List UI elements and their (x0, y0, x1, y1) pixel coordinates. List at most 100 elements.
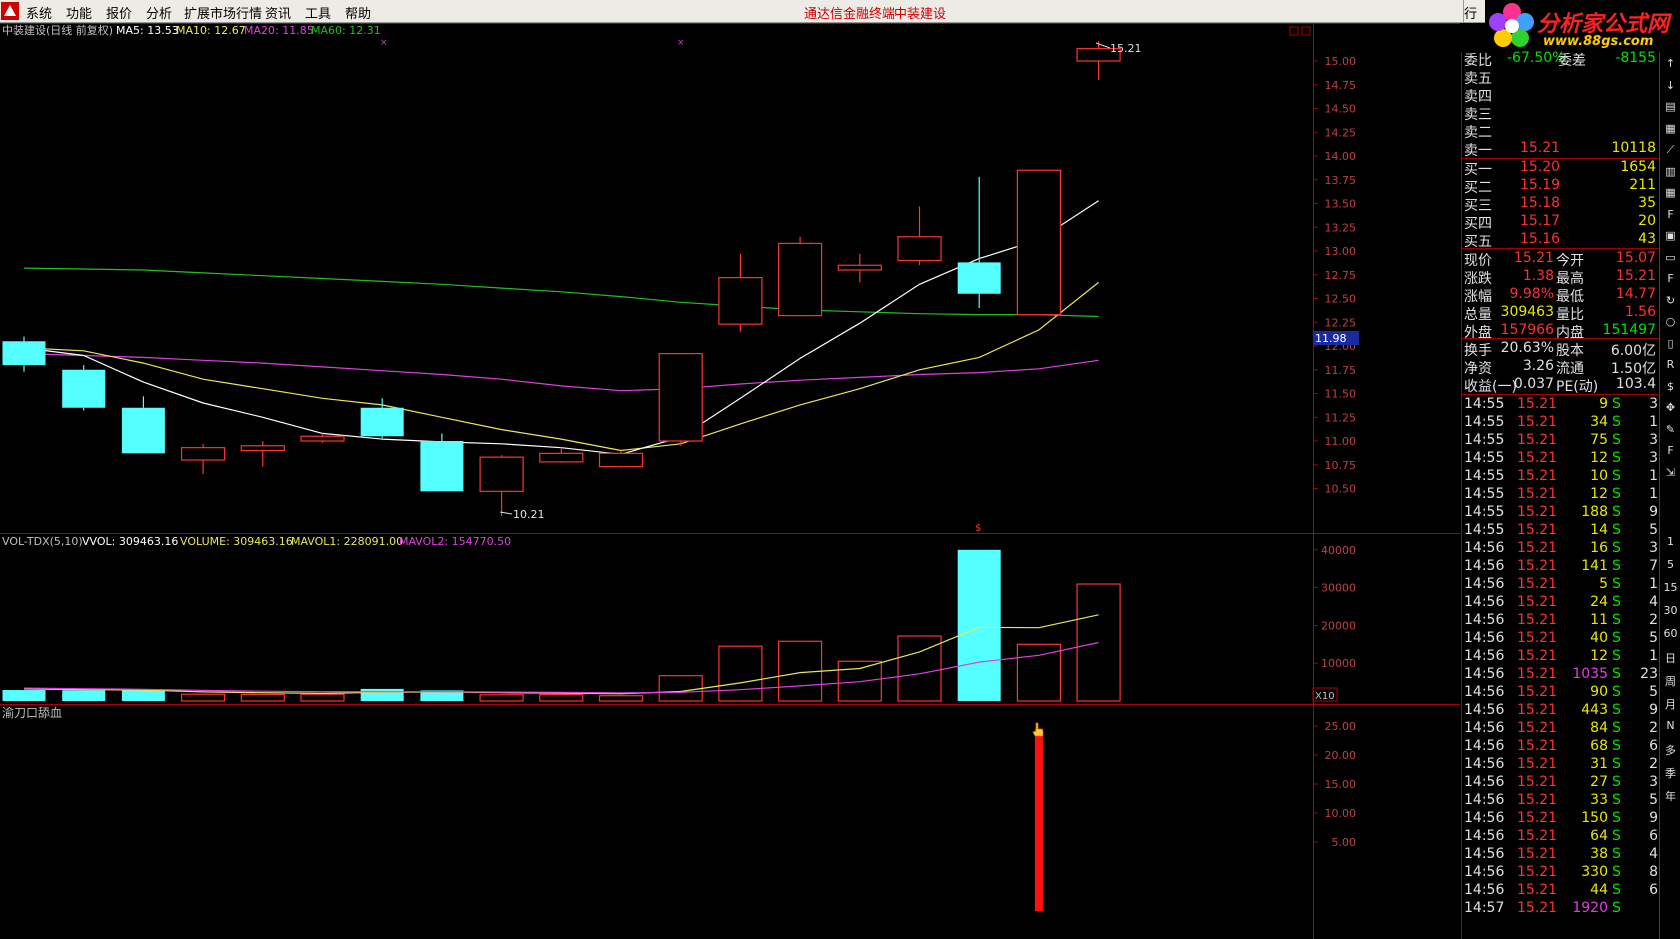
tick-price: 15.21 (1517, 774, 1558, 790)
tick-count: 4 (1649, 594, 1658, 610)
rsi-icon[interactable]: R (1662, 357, 1679, 373)
tick-volume: 68 (1590, 738, 1608, 754)
period-button[interactable]: 周 (1660, 673, 1680, 689)
arrow-down-icon[interactable]: ↓ (1662, 78, 1679, 94)
tick-row: 14:55 15.21 10 S 1 (1462, 467, 1660, 486)
tick-side: S (1612, 738, 1621, 754)
order-ratio-value: -67.50% (1507, 50, 1566, 66)
price-tick-label: 13.50 (1325, 198, 1357, 211)
period-button[interactable]: N (1660, 719, 1680, 732)
tick-volume: 443 (1581, 702, 1608, 718)
period-button[interactable]: 30 (1660, 604, 1680, 617)
fs-icon[interactable]: F (1662, 443, 1679, 459)
volume-tick-label: 30000 (1321, 582, 1356, 595)
tick-side: S (1612, 720, 1621, 736)
tick-row: 14:56 15.21 12 S 1 (1462, 647, 1660, 666)
period-button[interactable]: 日 (1660, 650, 1680, 666)
period-button[interactable]: 5 (1660, 558, 1680, 571)
period-button[interactable]: 15 (1660, 581, 1680, 594)
volume-axis: 40000 30000 20000 10000 (1313, 544, 1356, 670)
tick-price: 15.21 (1517, 414, 1558, 430)
period-button[interactable]: 多 (1660, 742, 1680, 758)
candle-body-up (658, 353, 703, 442)
volume-bar-down (2, 690, 46, 701)
menu-extended-market[interactable]: 扩展市场行情 (184, 3, 262, 22)
order-diff-value: -8155 (1615, 50, 1656, 66)
table-icon[interactable]: ▦ (1662, 121, 1679, 137)
price-tick-label: 12.75 (1325, 269, 1357, 282)
chart-icon[interactable]: ▤ (1662, 99, 1679, 115)
menu-news[interactable]: 资讯 (265, 3, 291, 22)
quote-tab[interactable]: 行 (1463, 0, 1483, 23)
stat-value: 15.21 (1615, 268, 1656, 284)
menu-tools[interactable]: 工具 (305, 3, 331, 22)
period-button[interactable]: 1 (1660, 535, 1680, 548)
export-icon[interactable]: ⇲ (1662, 465, 1679, 481)
tick-time: 14:55 (1464, 396, 1505, 412)
indicator-tick-label: 20.00 (1325, 749, 1357, 762)
tick-time: 14:56 (1464, 684, 1505, 700)
volume-label: VOLUME: 309463.16 (180, 535, 293, 548)
draw-icon[interactable]: ✎ (1662, 422, 1679, 438)
tick-row: 14:55 15.21 12 S 3 (1462, 449, 1660, 468)
tick-count: 3 (1649, 774, 1658, 790)
tick-volume: 44 (1590, 882, 1608, 898)
tick-count: 1 (1649, 576, 1658, 592)
grid-icon[interactable]: ▦ (1662, 185, 1679, 201)
menu-system[interactable]: 系统 (26, 3, 52, 22)
tick-count: 4 (1649, 846, 1658, 862)
tick-time: 14:57 (1464, 900, 1505, 916)
volume-bar-up (1016, 643, 1062, 702)
tick-time: 14:56 (1464, 702, 1505, 718)
arrow-up-icon[interactable]: ↑ (1662, 56, 1679, 72)
period-button[interactable]: 年 (1660, 788, 1680, 804)
sell-row: 卖五 (1462, 67, 1660, 87)
sell-row: 卖四 (1462, 85, 1660, 105)
info-icon[interactable]: ▣ (1662, 228, 1679, 244)
tick-time: 14:56 (1464, 612, 1505, 628)
chart-area[interactable]: 中装建设(日线 前复权) MA5: 13.53 MA10: 12.67 MA20… (0, 23, 1461, 939)
line-icon[interactable]: ⟋ (1662, 142, 1679, 158)
candle-icon[interactable]: ▥ (1662, 164, 1679, 180)
main-chart-title: 中装建设(日线 前复权) (2, 23, 113, 37)
period-button[interactable]: 季 (1660, 765, 1680, 781)
f10-icon[interactable]: F (1662, 207, 1679, 223)
price-axis: 15.00 14.75 14.50 14.25 14.00 13.75 13.50 13.25… (1313, 55, 1356, 496)
menu-quote[interactable]: 报价 (106, 3, 132, 22)
bar-icon[interactable]: ▯ (1662, 336, 1679, 352)
price-tick-label: 10.50 (1325, 483, 1357, 496)
app-logo-icon[interactable] (1, 2, 19, 20)
menu-analysis[interactable]: 分析 (146, 3, 172, 22)
sell-row: 卖一 15.21 10118 (1462, 139, 1660, 159)
tick-volume: 330 (1581, 864, 1608, 880)
menu-function[interactable]: 功能 (66, 3, 92, 22)
maximize-icon[interactable] (1301, 26, 1311, 36)
volume-tick-label: 10000 (1321, 657, 1356, 670)
price-tick-label: 12.25 (1325, 316, 1357, 329)
restore-icon[interactable] (1289, 26, 1299, 36)
move-icon[interactable]: ✥ (1662, 400, 1679, 416)
period-button[interactable]: 60 (1660, 627, 1680, 640)
fz-icon[interactable]: F (1662, 271, 1679, 287)
buy-row: 买一 15.20 1654 (1462, 158, 1660, 178)
price-tick-label: 13.75 (1325, 174, 1357, 187)
tick-volume: 34 (1590, 414, 1608, 430)
tick-row: 14:56 15.21 38 S 4 (1462, 845, 1660, 864)
volume-bar-up (539, 693, 584, 702)
refresh-icon[interactable]: ↻ (1662, 293, 1679, 309)
tick-time: 14:56 (1464, 720, 1505, 736)
dollar-icon[interactable]: $ (1662, 379, 1679, 395)
tick-price: 15.21 (1517, 540, 1558, 556)
marker-x-icon: × (380, 38, 388, 48)
circle-icon[interactable]: ○ (1662, 314, 1679, 330)
tick-time: 14:56 (1464, 594, 1505, 610)
tick-price: 15.21 (1517, 522, 1558, 538)
tick-row: 14:56 15.21 1035 S 23 (1462, 665, 1660, 684)
fundamental-value: 0.037 (1513, 376, 1554, 392)
price-tick-label: 15.00 (1325, 55, 1357, 68)
menu-help[interactable]: 帮助 (345, 3, 371, 22)
period-button[interactable]: 月 (1660, 696, 1680, 712)
buy-price: 15.17 (1520, 213, 1561, 229)
tick-row: 14:55 15.21 34 S 1 (1462, 413, 1660, 432)
screen-icon[interactable]: ▭ (1662, 250, 1679, 266)
